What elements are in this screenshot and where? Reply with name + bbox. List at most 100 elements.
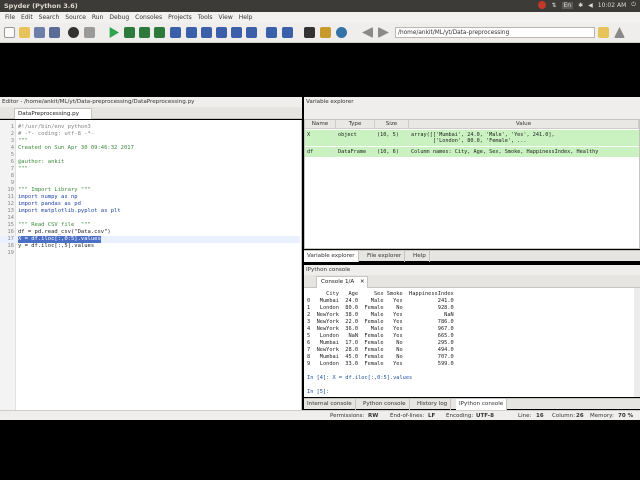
close-icon[interactable]: ✕ — [360, 279, 365, 285]
table-row[interactable]: df DataFrame (10, 6) Column names: City,… — [305, 146, 639, 157]
step-into-icon[interactable] — [201, 27, 212, 38]
tab-ipython-console[interactable]: IPython console — [456, 399, 508, 410]
code-line[interactable]: 1 #!/usr/bin/env python3 — [0, 124, 300, 131]
fullscreen-icon[interactable] — [282, 27, 293, 38]
code-line[interactable]: 4 Created on Sun Apr 30 09:46:32 2017 — [0, 145, 300, 152]
browse-directory-icon[interactable] — [598, 27, 609, 38]
code-line[interactable]: 19 — [0, 250, 300, 257]
line-number: 17 — [7, 236, 14, 242]
code-line[interactable]: 7 """ — [0, 166, 300, 173]
tab-dataprocessing[interactable]: DataPreprocessing.py — [14, 108, 92, 119]
menu-file[interactable]: File — [2, 14, 18, 21]
run-selection-icon[interactable] — [154, 27, 165, 38]
console-tab-bar: Console 1/A ✕ — [304, 275, 640, 288]
menu-source[interactable]: Source — [62, 14, 89, 21]
line-number: 3 — [10, 138, 14, 144]
clock[interactable]: 10:02 AM — [598, 2, 626, 9]
code-line[interactable]: 2 # -*- coding: utf-8 -*- — [0, 131, 300, 138]
code-line[interactable]: 10 """ Import Library """ — [0, 187, 300, 194]
volume-icon[interactable]: ◀ — [588, 2, 593, 9]
code-line[interactable]: 5 — [0, 152, 300, 159]
working-directory-input[interactable]: /home/ankit/ML/yt/Data-preprocessing — [395, 27, 595, 38]
code-line[interactable]: 8 — [0, 173, 300, 180]
var-name: X — [305, 130, 336, 146]
tab-variable-explorer[interactable]: Variable explorer — [304, 251, 359, 262]
ipython-console-output[interactable]: City Age Sex Smoke HappinessIndex 0 Mumb… — [304, 288, 634, 397]
tab-file-explorer[interactable]: File explorer — [364, 251, 406, 262]
code-line[interactable]: 11 import numpy as np — [0, 194, 300, 201]
save-all-icon[interactable] — [49, 27, 60, 38]
console-scrollbar[interactable] — [634, 288, 640, 397]
preferences-icon[interactable] — [304, 27, 315, 38]
menu-help[interactable]: Help — [236, 14, 256, 21]
menu-tools[interactable]: Tools — [195, 14, 216, 21]
debug-icon[interactable] — [170, 27, 181, 38]
tab-help[interactable]: Help — [410, 251, 430, 262]
tab-history-log[interactable]: History log — [414, 399, 452, 410]
maximize-pane-icon[interactable] — [266, 27, 277, 38]
continue-icon[interactable] — [231, 27, 242, 38]
outline-icon[interactable] — [84, 27, 95, 38]
variable-explorer-toolbar — [304, 107, 640, 119]
console-prompt[interactable]: In [5]: — [307, 389, 632, 396]
bluetooth-icon[interactable]: ✱ — [578, 2, 583, 9]
line-number: 5 — [10, 152, 14, 158]
code-line[interactable]: 9 — [0, 180, 300, 187]
code-text: """ Read CSV file """ — [18, 222, 91, 228]
table-row[interactable]: X object (10, 5) array([['Mumbai', 24.0,… — [305, 130, 639, 146]
code-line[interactable]: 17 X = df.iloc[:,0:5].values — [0, 236, 300, 243]
menu-edit[interactable]: Edit — [18, 14, 36, 21]
run-icon[interactable] — [109, 27, 119, 38]
code-text: #!/usr/bin/env python3 — [18, 124, 91, 130]
step-return-icon[interactable] — [216, 27, 227, 38]
col-value-header[interactable]: Value — [409, 120, 639, 129]
code-line[interactable]: 12 import pandas as pd — [0, 201, 300, 208]
col-size-header[interactable]: Size — [375, 120, 409, 129]
line-number: 19 — [7, 250, 14, 256]
df-row: 9 London 33.0 Female Yes 599.0 — [307, 361, 454, 367]
open-file-icon[interactable] — [19, 27, 30, 38]
network-icon[interactable]: ⇅ — [551, 2, 556, 9]
menu-run[interactable]: Run — [89, 14, 107, 21]
code-line[interactable]: 13 import matplotlib.pyplot as plt — [0, 208, 300, 215]
code-editor[interactable]: 1 #!/usr/bin/env python3 2 # -*- coding: ut… — [0, 120, 302, 410]
code-line[interactable]: 3 """ — [0, 138, 300, 145]
run-cell-advance-icon[interactable] — [139, 27, 150, 38]
menu-consoles[interactable]: Consoles — [132, 14, 165, 21]
system-tray: ⇅ En ✱ ◀ 10:02 AM ⏻ — [538, 1, 636, 9]
forward-icon[interactable] — [378, 27, 389, 38]
step-icon[interactable] — [186, 27, 197, 38]
menu-debug[interactable]: Debug — [106, 14, 132, 21]
tab-console-1a[interactable]: Console 1/A ✕ — [316, 276, 368, 288]
var-size: (10, 5) — [375, 130, 409, 146]
parent-directory-icon[interactable] — [614, 27, 625, 38]
stop-debug-icon[interactable] — [246, 27, 257, 38]
code-line[interactable]: 16 df = pd.read_csv("Data.csv") — [0, 229, 300, 236]
menu-view[interactable]: View — [216, 14, 236, 21]
col-name-header[interactable]: Name — [305, 120, 336, 129]
back-icon[interactable] — [362, 27, 373, 38]
line-number: 2 — [10, 131, 14, 137]
code-line[interactable]: 6 @author: ankit — [0, 159, 300, 166]
df-header-row: City Age Sex Smoke HappinessIndex — [307, 291, 454, 297]
tab-internal-console[interactable]: Internal console — [304, 399, 356, 410]
pythonpath-icon[interactable] — [320, 27, 331, 38]
tab-python-console[interactable]: Python console — [360, 399, 410, 410]
menu-projects[interactable]: Projects — [165, 14, 195, 21]
code-line[interactable]: 14 — [0, 215, 300, 222]
keyboard-indicator[interactable]: En — [561, 1, 574, 9]
code-line[interactable]: 15 """ Read CSV file """ — [0, 222, 300, 229]
menu-search[interactable]: Search — [36, 14, 63, 21]
line-number: 14 — [7, 215, 14, 221]
df-row: 3 NewYork 22.0 Female Yes 786.0 — [307, 319, 454, 325]
python-icon[interactable] — [336, 27, 347, 38]
update-icon[interactable] — [538, 1, 547, 9]
at-icon[interactable] — [68, 27, 79, 38]
code-line[interactable]: 18 y = df.iloc[:,5].values — [0, 243, 300, 250]
power-icon[interactable]: ⏻ — [631, 1, 636, 9]
line-number: 4 — [10, 145, 14, 151]
new-file-icon[interactable] — [4, 27, 15, 38]
run-cell-icon[interactable] — [124, 27, 135, 38]
col-type-header[interactable]: Type — [336, 120, 375, 129]
save-icon[interactable] — [34, 27, 45, 38]
